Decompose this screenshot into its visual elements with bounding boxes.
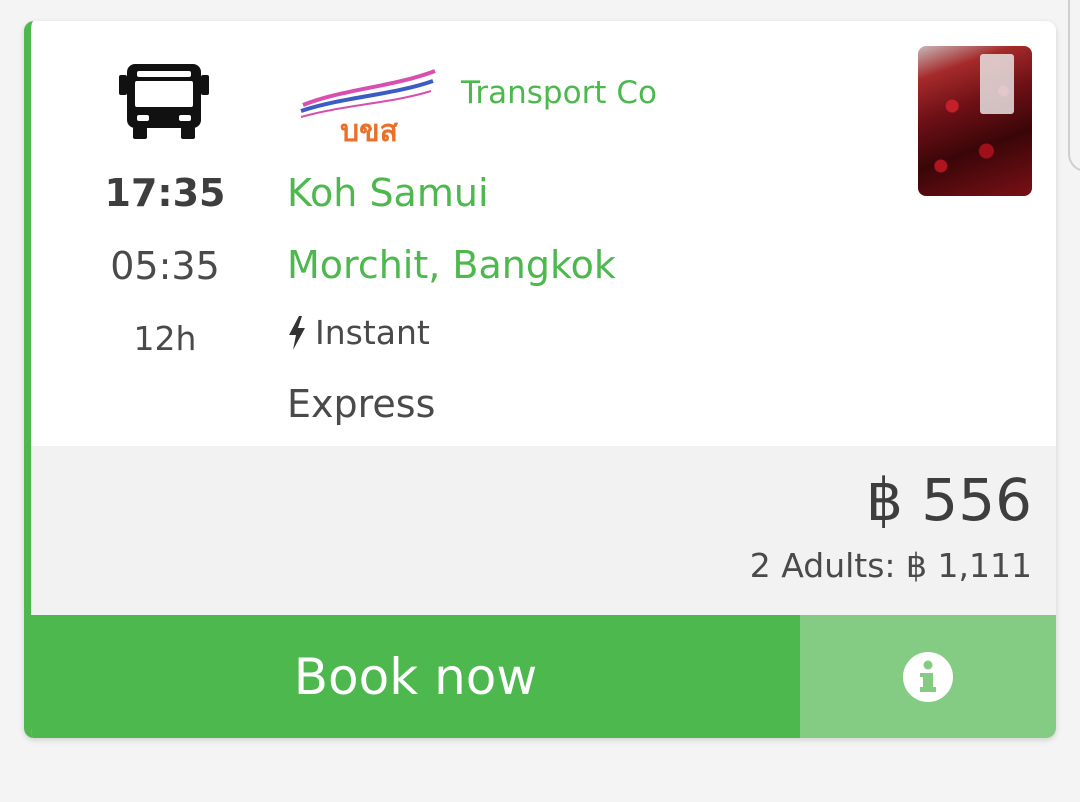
trip-card[interactable]: 17:35 05:35 12h บขส Transport Co Koh Sam… [24,21,1056,738]
booking-type: Instant [287,313,430,352]
vehicle-class: Express [287,382,436,426]
arrival-time: 05:35 [110,244,220,288]
operator-name[interactable]: Transport Co [461,75,657,111]
price-per-person: ฿ 556 [865,466,1032,534]
vehicle-photo[interactable] [918,46,1032,196]
trip-details: 17:35 05:35 12h บขส Transport Co Koh Sam… [31,21,1056,446]
action-bar: Book now [31,615,1056,738]
bus-icon [119,64,209,139]
destination-location[interactable]: Morchit, Bangkok [287,243,616,287]
lightning-icon [289,315,305,350]
operator-logo: บขส [293,59,443,151]
trip-duration: 12h [133,319,197,358]
info-button[interactable] [800,615,1056,738]
origin-location[interactable]: Koh Samui [287,171,489,215]
info-icon [903,651,953,702]
logo-text: บขส [340,114,399,149]
departure-time: 17:35 [104,171,226,215]
booking-type-label: Instant [315,313,430,352]
price-area: ฿ 556 2 Adults: ฿ 1,111 [31,446,1056,616]
total-price: 2 Adults: ฿ 1,111 [749,546,1032,585]
book-now-button[interactable]: Book now [31,615,800,738]
adjacent-card-edge [1068,0,1080,172]
